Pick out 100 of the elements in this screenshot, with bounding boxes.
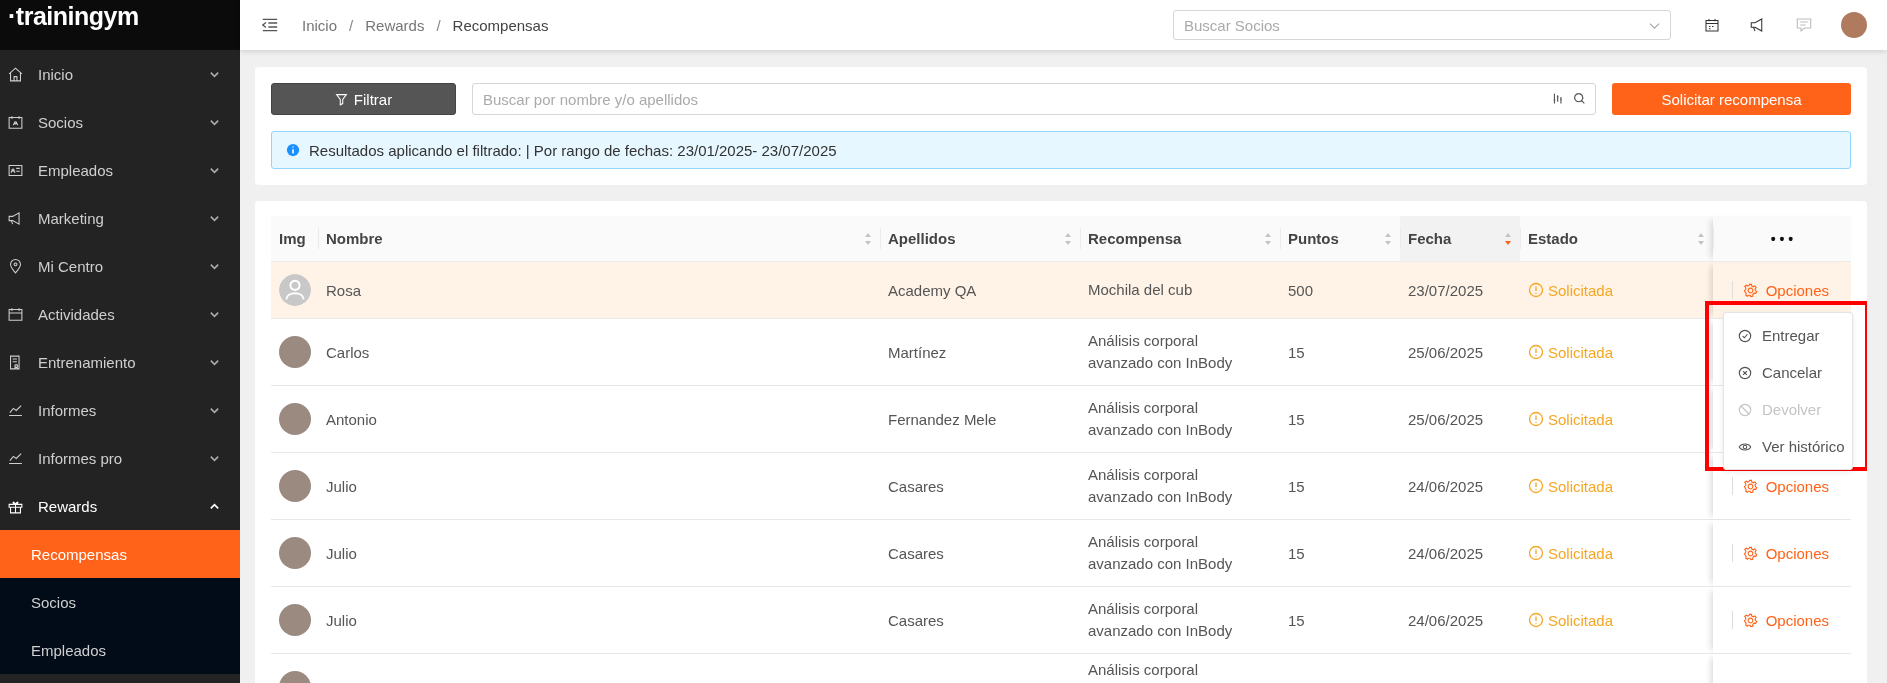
column-header[interactable]: Apellidos (880, 216, 1080, 262)
column-header[interactable]: Nombre (318, 216, 880, 262)
nav-subitem[interactable]: Empleados (0, 626, 240, 674)
check-circle-icon (1738, 328, 1752, 343)
nav-item[interactable]: Entrenamiento (0, 338, 240, 386)
column-header[interactable]: Recompensa (1080, 216, 1280, 262)
warning-circle-icon (1528, 282, 1544, 298)
nav-item[interactable]: Inicio (0, 50, 240, 98)
points-text: 15 (1288, 544, 1305, 562)
warning-circle-icon (1528, 545, 1544, 561)
date-text: 25/06/2025 (1408, 343, 1484, 361)
status-label: Solicitada (1528, 544, 1614, 562)
name-text: Julio (326, 611, 357, 629)
gear-icon (1742, 612, 1758, 628)
chat-icon[interactable] (1795, 16, 1813, 34)
warning-circle-icon (1528, 344, 1544, 360)
menu-item: Devolver (1724, 391, 1852, 428)
column-header[interactable]: Fecha (1400, 216, 1520, 262)
column-header[interactable]: Puntos (1280, 216, 1400, 262)
surname-text: Casares (888, 611, 944, 629)
points-text: 500 (1288, 281, 1314, 299)
status-label: Solicitada (1528, 477, 1614, 495)
status-label: Solicitada (1528, 343, 1614, 361)
reward-text: Mochila del cub (1088, 280, 1194, 300)
sort-icon[interactable] (1384, 231, 1392, 246)
nav-item[interactable]: Actividades (0, 290, 240, 338)
date-text: 24/06/2025 (1408, 477, 1484, 495)
nav-icon (7, 113, 24, 131)
nav-item[interactable]: Mi Centro (0, 242, 240, 290)
sort-icon[interactable] (1697, 231, 1705, 246)
column-header: • • • (1713, 216, 1851, 262)
reward-text: Análisis corporal avanzado con InBody (1088, 599, 1234, 641)
nav-subitem[interactable]: Socios (0, 578, 240, 626)
nav-icon (7, 257, 24, 275)
points-text: 15 (1288, 611, 1305, 629)
sort-icon[interactable] (1504, 231, 1512, 246)
nav-item[interactable]: Informes pro (0, 434, 240, 482)
date-text: 24/06/2025 (1408, 611, 1484, 629)
breadcrumb-link[interactable]: Rewards (365, 16, 425, 34)
points-text: 15 (1288, 410, 1305, 428)
reward-text: Análisis corporal avanzado con InBody (1088, 398, 1234, 440)
surname-text: Casares (888, 477, 944, 495)
filter-icon (334, 92, 348, 106)
breadcrumb-link[interactable]: Inicio (302, 16, 338, 34)
date-text: 24/06/2025 (1408, 544, 1484, 562)
sort-icon[interactable] (864, 231, 872, 246)
breadcrumb-separator: / (349, 16, 354, 34)
nav-item[interactable]: Socios (0, 98, 240, 146)
nav-icon (7, 65, 24, 83)
reward-text: Análisis corporal avanzado con InBody (1088, 331, 1234, 373)
gear-icon (1742, 282, 1758, 298)
sort-icon[interactable] (1264, 231, 1272, 246)
chevron-up-icon (209, 500, 220, 512)
nav-item[interactable]: Informes (0, 386, 240, 434)
date-text: 23/07/2025 (1408, 281, 1484, 299)
name-text: Antonio (326, 410, 377, 428)
name-text: Julio (326, 544, 357, 562)
column-header: Img (271, 216, 318, 262)
surname-text: Academy QA (888, 281, 977, 299)
surname-text: Martínez (888, 343, 947, 361)
reward-text: Análisis corporal (1088, 660, 1200, 680)
menu-item[interactable]: Cancelar (1724, 354, 1852, 391)
gear-icon (1742, 545, 1758, 561)
date-text: 25/06/2025 (1408, 410, 1484, 428)
nav-icon (7, 305, 24, 323)
gear-icon (1742, 478, 1758, 494)
filter-button[interactable]: Filtrar (271, 83, 456, 115)
breadcrumb-separator: / (436, 16, 441, 34)
points-text: 15 (1288, 343, 1305, 361)
name-text: Rosa (326, 281, 362, 299)
info-icon (286, 143, 300, 157)
menu-item[interactable]: Ver histórico (1724, 428, 1852, 465)
calendar-icon[interactable] (1703, 16, 1721, 34)
search-field[interactable]: Buscar por nombre y/o apellidos (472, 83, 1596, 115)
status-label: Solicitada (1528, 410, 1614, 428)
surname-text: Fernandez Mele (888, 410, 997, 428)
reward-text: Análisis corporal avanzado con InBody (1088, 465, 1234, 507)
warning-circle-icon (1528, 612, 1544, 628)
name-text: Julio (326, 477, 357, 495)
nav-item[interactable]: Marketing (0, 194, 240, 242)
reward-text: Análisis corporal avanzado con InBody (1088, 532, 1234, 574)
user-avatar[interactable] (1841, 12, 1867, 38)
x-circle-icon (1738, 365, 1752, 380)
name-text: Carlos (326, 343, 370, 361)
nav-item[interactable]: Empleados (0, 146, 240, 194)
status-label: Solicitada (1528, 281, 1614, 299)
menu-icon[interactable] (262, 18, 278, 32)
logo: ·trainingym (8, 1, 139, 31)
prohibited-icon (1738, 402, 1752, 417)
sort-icon[interactable] (1064, 231, 1072, 246)
search-icon[interactable] (1573, 92, 1586, 105)
warning-circle-icon (1528, 411, 1544, 427)
columns-icon[interactable] (1552, 92, 1565, 105)
points-text: 15 (1288, 477, 1305, 495)
warning-circle-icon (1528, 478, 1544, 494)
column-header[interactable]: Estado (1520, 216, 1713, 262)
info-text: Resultados aplicando el filtrado: | Por rango de fechas: 23/01/2025- 23/07/2025 (309, 141, 837, 159)
status-label: Solicitada (1528, 611, 1614, 629)
surname-text: Casares (888, 544, 944, 562)
menu-item[interactable]: Entregar (1724, 317, 1852, 354)
